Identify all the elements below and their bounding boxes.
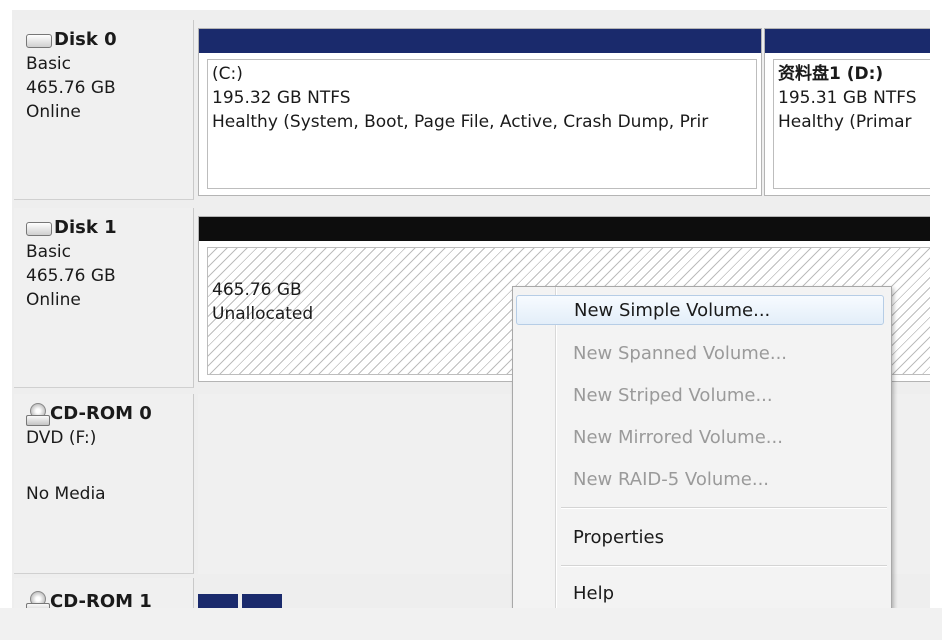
disk-0-volumes: (C:) 195.32 GB NTFS Healthy (System, Boo… bbox=[198, 28, 930, 196]
cd-drive-icon bbox=[26, 591, 50, 608]
menu-item-new-spanned-volume: New Spanned Volume... bbox=[573, 343, 788, 364]
hard-disk-icon bbox=[26, 222, 52, 236]
cd-drive-icon bbox=[26, 403, 50, 426]
disk-name: Disk 0 bbox=[54, 29, 117, 50]
disk-name: Disk 1 bbox=[54, 217, 117, 238]
hard-disk-icon bbox=[26, 34, 52, 48]
cdrom-1-volume-header bbox=[242, 594, 282, 608]
volume-c-details: (C:) 195.32 GB NTFS Healthy (System, Boo… bbox=[207, 59, 757, 189]
context-menu: New Simple Volume... New Spanned Volume.… bbox=[512, 286, 892, 610]
menu-item-properties[interactable]: Properties bbox=[573, 523, 664, 553]
menu-item-new-mirrored-volume: New Mirrored Volume... bbox=[573, 427, 783, 448]
disk-size: 465.76 GB bbox=[26, 78, 116, 98]
cdrom-1-label[interactable]: CD-ROM 1 bbox=[14, 578, 194, 608]
menu-separator bbox=[561, 507, 887, 509]
volume-health: Healthy (Primar bbox=[778, 112, 912, 132]
disk-type: Basic bbox=[26, 242, 72, 262]
bottom-strip bbox=[0, 608, 942, 640]
volume-d-details: 资料盘1 (D:) 195.31 GB NTFS Healthy (Primar bbox=[773, 59, 930, 189]
disk-type: Basic bbox=[26, 54, 72, 74]
volume-header bbox=[199, 29, 761, 53]
volume-detail: 195.31 GB NTFS bbox=[778, 88, 917, 108]
disk-0-label[interactable]: Disk 0 Basic 465.76 GB Online bbox=[14, 20, 194, 200]
cdrom-name: CD-ROM 0 bbox=[50, 403, 152, 424]
menu-item-help[interactable]: Help bbox=[573, 579, 614, 609]
volume-detail: 195.32 GB NTFS bbox=[212, 88, 351, 108]
disk-status: Online bbox=[26, 290, 81, 310]
volume-header bbox=[765, 29, 930, 53]
menu-item-new-striped-volume: New Striped Volume... bbox=[573, 385, 773, 406]
cdrom-drive: DVD (F:) bbox=[26, 428, 97, 448]
disk-size: 465.76 GB bbox=[26, 266, 116, 286]
menu-gutter bbox=[555, 287, 557, 609]
volume-header bbox=[199, 217, 930, 241]
volume-name: (C:) bbox=[212, 64, 243, 84]
cdrom-0-label[interactable]: CD-ROM 0 DVD (F:) No Media bbox=[14, 394, 194, 574]
menu-separator bbox=[561, 565, 887, 567]
volume-name: 资料盘1 (D:) bbox=[778, 64, 884, 84]
cdrom-name: CD-ROM 1 bbox=[50, 591, 152, 608]
volume-health: Healthy (System, Boot, Page File, Active… bbox=[212, 112, 709, 132]
cdrom-1-volume-header bbox=[198, 594, 238, 608]
menu-item-new-simple-volume[interactable]: New Simple Volume... bbox=[516, 295, 884, 325]
disk-1-label[interactable]: Disk 1 Basic 465.76 GB Online bbox=[14, 208, 194, 388]
menu-item-new-raid5-volume: New RAID-5 Volume... bbox=[573, 469, 770, 490]
volume-c[interactable]: (C:) 195.32 GB NTFS Healthy (System, Boo… bbox=[198, 28, 762, 196]
disk-status: Online bbox=[26, 102, 81, 122]
volume-d[interactable]: 资料盘1 (D:) 195.31 GB NTFS Healthy (Primar bbox=[764, 28, 930, 196]
cdrom-media: No Media bbox=[26, 484, 106, 504]
